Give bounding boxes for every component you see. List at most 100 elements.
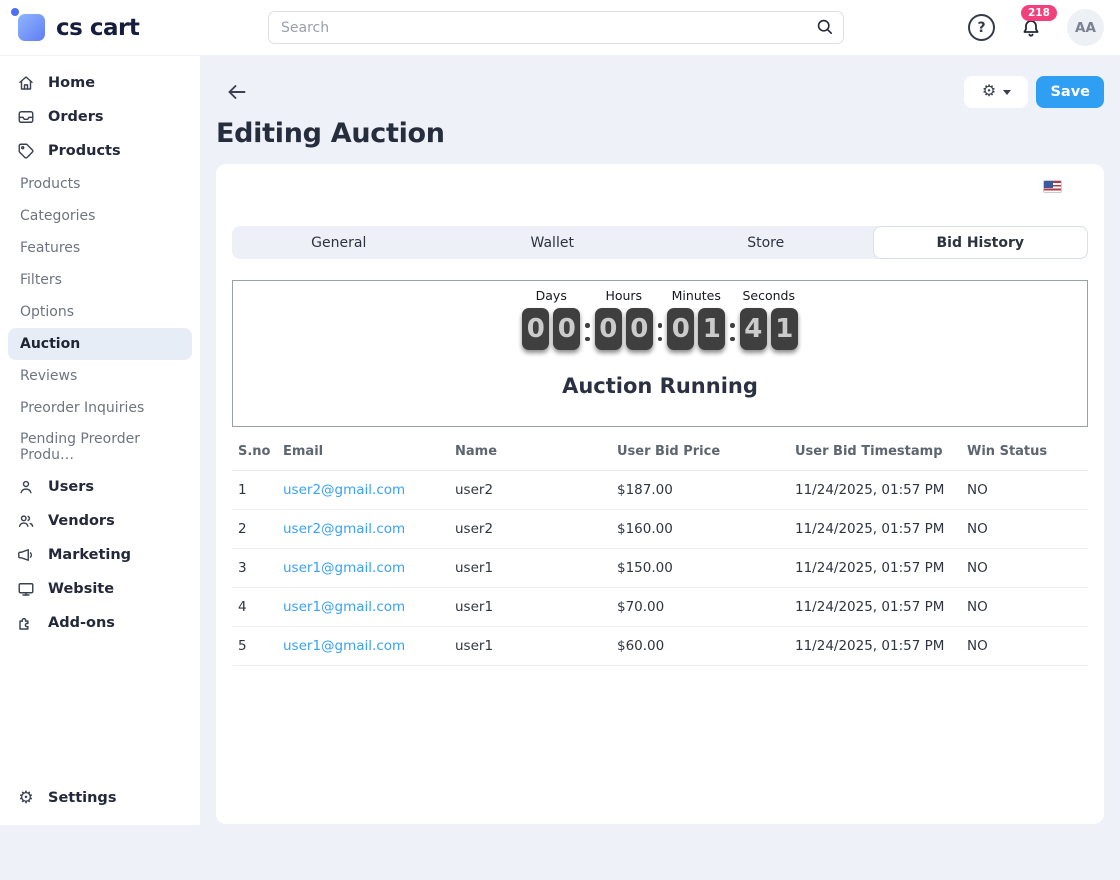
sidebar-item-vendors[interactable]: Vendors xyxy=(0,504,200,538)
sidebar-item-products[interactable]: Products xyxy=(0,134,200,168)
sidebar-item-filters[interactable]: Filters xyxy=(0,264,200,296)
timer-digit: 0 xyxy=(553,308,581,350)
cell-timestamp: 11/24/2025, 01:57 PM xyxy=(789,587,961,627)
email-link[interactable]: user1@gmail.com xyxy=(283,599,405,615)
column-header-timestamp: User Bid Timestamp xyxy=(789,432,961,471)
sidebar-item-label: Options xyxy=(20,304,75,320)
sidebar-item-categories[interactable]: Categories xyxy=(0,200,200,232)
sidebar-item-label: Marketing xyxy=(48,547,132,563)
timer-group-days: Days 0 0 xyxy=(522,288,581,350)
email-link[interactable]: user2@gmail.com xyxy=(283,482,405,498)
sidebar-item-add-ons[interactable]: Add-ons xyxy=(0,606,200,640)
logo-dot xyxy=(11,8,19,16)
timer-colon xyxy=(657,323,663,341)
us-flag-icon[interactable] xyxy=(1043,180,1062,193)
countdown-timer: Days 0 0 Hours 0 0 Minutes 0 1 Seconds 4… xyxy=(522,288,798,350)
sidebar-item-label: Home xyxy=(48,75,96,91)
global-search xyxy=(268,11,844,44)
help-glyph: ? xyxy=(977,19,986,36)
cell-email: user1@gmail.com xyxy=(277,626,449,666)
user-icon xyxy=(16,477,36,497)
timer-colon xyxy=(730,323,735,341)
table-row: 3 user1@gmail.com user1 $150.00 11/24/20… xyxy=(232,548,1088,588)
cell-name: user2 xyxy=(449,470,611,510)
sidebar-item-label: Add-ons xyxy=(48,615,115,631)
column-header-name: Name xyxy=(449,432,611,471)
cell-name: user1 xyxy=(449,587,611,627)
table-row: 5 user1@gmail.com user1 $60.00 11/24/202… xyxy=(232,626,1088,666)
top-header: cs cart ? 218 AA xyxy=(0,0,1120,56)
sidebar-item-products-sub[interactable]: Products xyxy=(0,168,200,200)
cell-price: $70.00 xyxy=(611,587,789,627)
sidebar-item-marketing[interactable]: Marketing xyxy=(0,538,200,572)
sidebar-item-options[interactable]: Options xyxy=(0,296,200,328)
sidebar-item-label: Filters xyxy=(20,272,62,288)
cell-timestamp: 11/24/2025, 01:57 PM xyxy=(789,548,961,588)
email-link[interactable]: user1@gmail.com xyxy=(283,560,405,576)
main-content: ⚙ Save Editing Auction General Wallet St… xyxy=(200,56,1120,880)
cell-timestamp: 11/24/2025, 01:57 PM xyxy=(789,470,961,510)
settings-dropdown-button[interactable]: ⚙ xyxy=(964,76,1029,108)
sidebar-item-reviews[interactable]: Reviews xyxy=(0,360,200,392)
cell-timestamp: 11/24/2025, 01:57 PM xyxy=(789,509,961,549)
sidebar-item-preorder-inquiries[interactable]: Preorder Inquiries xyxy=(0,392,200,424)
page-title: Editing Auction xyxy=(216,118,445,149)
sidebar-item-label: Orders xyxy=(48,109,104,125)
cell-price: $187.00 xyxy=(611,470,789,510)
cell-win-status: NO xyxy=(961,587,1088,627)
table-header-row: S.no Email Name User Bid Price User Bid … xyxy=(232,432,1088,471)
cell-win-status: NO xyxy=(961,509,1088,549)
timer-digit: 1 xyxy=(770,308,798,350)
sidebar-item-pending-preorder-products[interactable]: Pending Preorder Produ… xyxy=(0,424,200,470)
avatar[interactable]: AA xyxy=(1067,9,1104,46)
search-icon[interactable] xyxy=(810,15,838,40)
cell-win-status: NO xyxy=(961,548,1088,588)
back-button[interactable] xyxy=(225,80,249,104)
flag-canton xyxy=(1044,181,1053,188)
sidebar-item-users[interactable]: Users xyxy=(0,470,200,504)
timer-label-minutes: Minutes xyxy=(671,288,721,303)
sidebar-item-label: Features xyxy=(20,240,81,256)
gear-icon: ⚙ xyxy=(981,83,997,100)
puzzle-icon xyxy=(16,613,36,633)
cell-sno: 4 xyxy=(232,587,277,627)
arrow-left-icon xyxy=(228,85,246,99)
timer-group-minutes: Minutes 0 1 xyxy=(667,288,726,350)
email-link[interactable]: user1@gmail.com xyxy=(283,638,405,654)
timer-digit: 4 xyxy=(739,308,767,350)
tab-store[interactable]: Store xyxy=(659,226,873,259)
cell-win-status: NO xyxy=(961,626,1088,666)
cell-win-status: NO xyxy=(961,470,1088,510)
column-header-sno: S.no xyxy=(232,432,277,471)
sidebar-item-label: Vendors xyxy=(48,513,115,529)
users-icon xyxy=(16,511,36,531)
sidebar-item-home[interactable]: Home xyxy=(0,66,200,100)
tab-general[interactable]: General xyxy=(232,226,446,259)
notification-badge: 218 xyxy=(1021,4,1057,21)
search-input[interactable] xyxy=(268,11,844,44)
countdown-panel: Days 0 0 Hours 0 0 Minutes 0 1 Seconds 4… xyxy=(232,280,1088,427)
language-row xyxy=(232,180,1088,200)
sidebar-item-settings[interactable]: ⚙ Settings xyxy=(0,781,200,815)
help-icon[interactable]: ? xyxy=(968,14,995,41)
sidebar-item-label: Pending Preorder Produ… xyxy=(20,431,141,463)
cell-timestamp: 11/24/2025, 01:57 PM xyxy=(789,626,961,666)
tab-bid-history[interactable]: Bid History xyxy=(872,226,1088,259)
sidebar-item-website[interactable]: Website xyxy=(0,572,200,606)
timer-colon xyxy=(585,323,590,341)
notifications-button[interactable]: 218 xyxy=(1019,4,1057,45)
cell-email: user2@gmail.com xyxy=(277,470,449,510)
sidebar-item-auction[interactable]: Auction xyxy=(8,328,192,360)
sidebar-item-features[interactable]: Features xyxy=(0,232,200,264)
sidebar-item-orders[interactable]: Orders xyxy=(0,100,200,134)
monitor-icon xyxy=(16,579,36,599)
layout-body: Home Orders Products Products Categories… xyxy=(0,56,1120,880)
tab-wallet[interactable]: Wallet xyxy=(446,226,660,259)
email-link[interactable]: user2@gmail.com xyxy=(283,521,405,537)
sidebar-item-label: Products xyxy=(48,143,121,159)
home-icon xyxy=(16,73,36,93)
cell-sno: 2 xyxy=(232,509,277,549)
table-row: 2 user2@gmail.com user2 $160.00 11/24/20… xyxy=(232,509,1088,549)
save-button[interactable]: Save xyxy=(1036,76,1104,108)
logo[interactable]: cs cart xyxy=(11,8,200,41)
